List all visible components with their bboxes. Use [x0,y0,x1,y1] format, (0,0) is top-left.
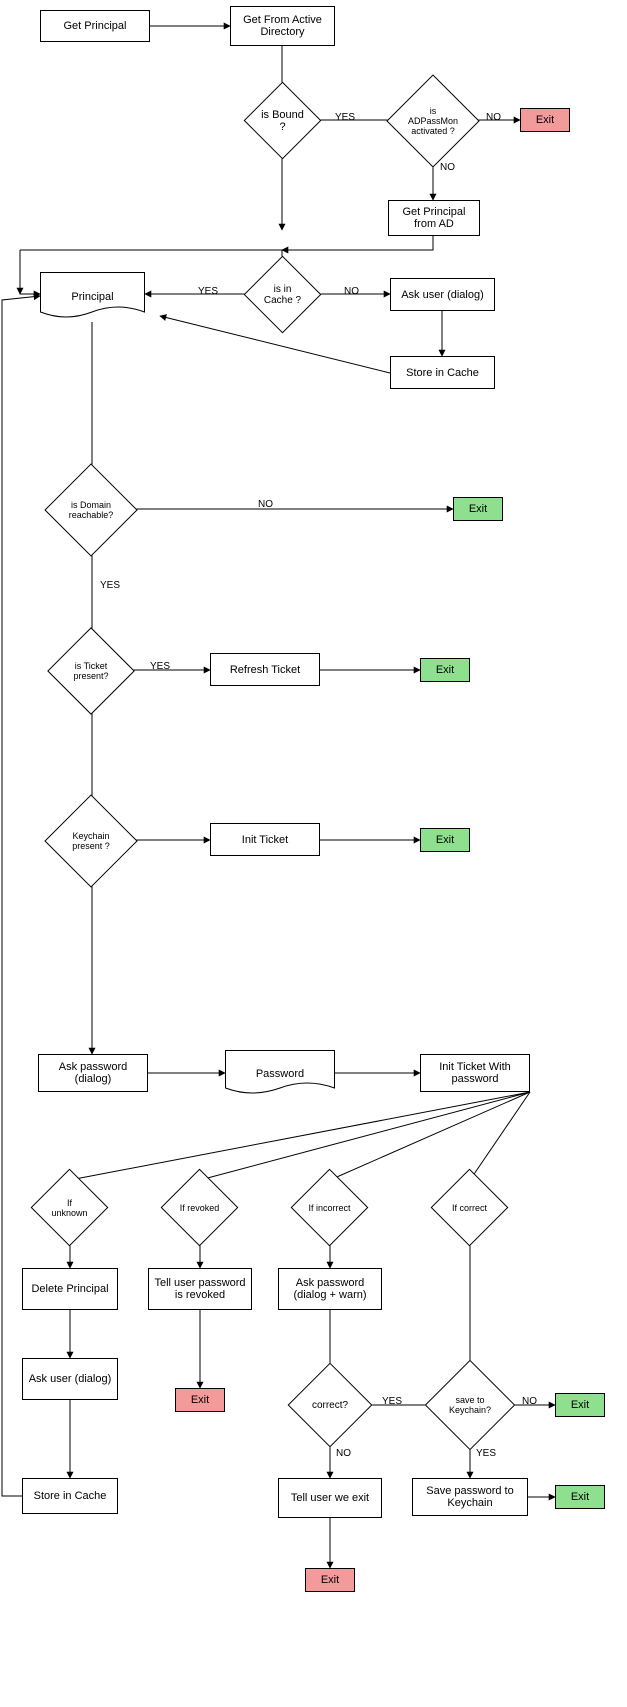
label: Tell user we exit [291,1492,369,1504]
node-store-cache-1: Store in Cache [390,356,495,389]
label: Exit [469,503,487,515]
node-ask-user-1: Ask user (dialog) [390,278,495,311]
label: Ask password (dialog + warn) [281,1277,379,1301]
label: If incorrect [302,1203,356,1213]
label: Init Ticket [242,834,288,846]
edge-label-no: NO [522,1396,537,1407]
label: If correct [446,1203,493,1213]
label: Exit [191,1394,209,1406]
node-if-correct: If correct [442,1180,497,1235]
node-exit-6: Exit [555,1393,605,1417]
label: Get From Active Directory [233,14,332,38]
edge-label-no: NO [258,499,273,510]
node-if-incorrect: If incorrect [302,1180,357,1235]
node-exit-2: Exit [453,497,503,521]
node-ask-user-2: Ask user (dialog) [22,1358,118,1400]
label: Keychain present ? [58,831,124,851]
label: Tell user password is revoked [151,1277,249,1301]
node-exit-4: Exit [420,828,470,852]
label: Exit [571,1491,589,1503]
label: If unknown [42,1198,97,1218]
node-exit-5: Exit [175,1388,225,1412]
edge-label-no: NO [336,1448,351,1459]
edge-label-yes: YES [100,580,120,591]
label: correct? [306,1400,354,1411]
node-if-revoked: If revoked [172,1180,227,1235]
node-tell-revoked: Tell user password is revoked [148,1268,252,1310]
label: Exit [436,834,454,846]
edge-label-yes: YES [198,286,218,297]
edge-label-no: NO [440,162,455,173]
label: Exit [436,664,454,676]
node-init-ticket: Init Ticket [210,823,320,856]
label: save to Keychain? [438,1395,502,1415]
label: Exit [321,1574,339,1586]
label: is Domain reachable? [58,500,124,520]
node-exit-3: Exit [420,658,470,682]
label: is in Cache ? [255,284,310,306]
edge-label-no: NO [344,286,359,297]
node-init-ticket-pwd: Init Ticket With password [420,1054,530,1092]
label: is Bound ? [255,109,310,133]
node-exit-7: Exit [555,1485,605,1509]
node-ask-password-warn: Ask password (dialog + warn) [278,1268,382,1310]
label: is ADPassMon activated ? [400,106,466,136]
node-is-in-cache: is in Cache ? [255,267,310,322]
label: Password [256,1068,304,1080]
node-exit-8: Exit [305,1568,355,1592]
node-store-cache-2: Store in Cache [22,1478,118,1514]
node-if-unknown: If unknown [42,1180,97,1235]
node-refresh-ticket: Refresh Ticket [210,653,320,686]
label: Init Ticket With password [423,1061,527,1085]
label: Delete Principal [31,1283,108,1295]
label: Ask password (dialog) [41,1061,145,1085]
node-keychain-present: Keychain present ? [58,808,124,874]
node-save-password-keychain: Save password to Keychain [412,1478,528,1516]
edge-label-yes: YES [335,112,355,123]
label: Refresh Ticket [230,664,300,676]
label: Principal [71,291,113,303]
label: If revoked [174,1203,226,1213]
label: is Ticket present? [60,661,122,681]
label: Ask user (dialog) [401,289,484,301]
label: Get Principal [64,20,127,32]
label: Save password to Keychain [415,1485,525,1509]
label: Exit [571,1399,589,1411]
node-ask-password: Ask password (dialog) [38,1054,148,1092]
node-is-ticket: is Ticket present? [60,640,122,702]
node-delete-principal: Delete Principal [22,1268,118,1310]
label: Exit [536,114,554,126]
node-principal: Principal [40,272,145,322]
node-get-from-ad: Get From Active Directory [230,6,335,46]
node-password: Password [225,1050,335,1098]
label: Ask user (dialog) [29,1373,112,1385]
edge-label-yes: YES [382,1396,402,1407]
label: Store in Cache [34,1490,107,1502]
label: Store in Cache [406,367,479,379]
node-get-principal-ad: Get Principal from AD [388,200,480,236]
node-correct: correct? [300,1375,360,1435]
node-is-domain: is Domain reachable? [58,477,124,543]
node-get-principal: Get Principal [40,10,150,42]
node-exit-1: Exit [520,108,570,132]
edge-label-no: NO [486,112,501,123]
node-is-adpassmon: is ADPassMon activated ? [400,88,466,154]
node-tell-user-exit: Tell user we exit [278,1478,382,1518]
node-is-bound: is Bound ? [255,93,310,148]
node-save-to-keychain: save to Keychain? [438,1373,502,1437]
edge-label-yes: YES [476,1448,496,1459]
flowchart-canvas: Get Principal Get From Active Directory … [0,0,627,1707]
edge-label-yes: YES [150,661,170,672]
label: Get Principal from AD [391,206,477,230]
